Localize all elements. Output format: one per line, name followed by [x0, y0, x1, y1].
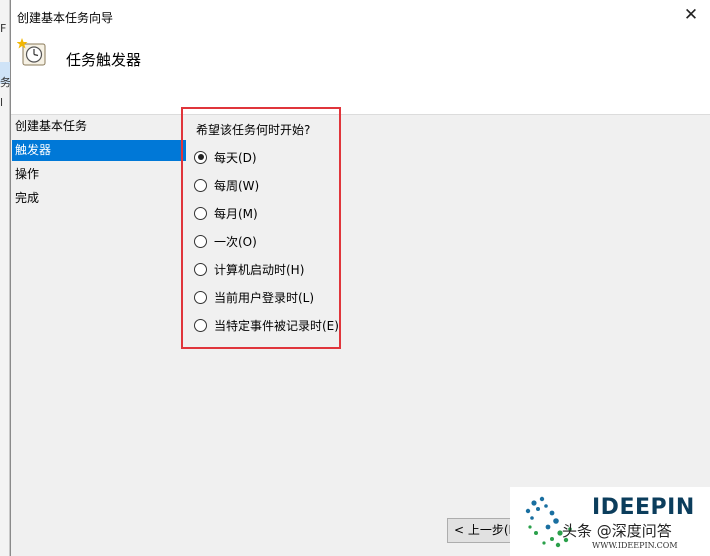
- background-text-fragment: l: [0, 96, 4, 109]
- close-button[interactable]: ✕: [679, 4, 703, 28]
- create-basic-task-wizard: 创建基本任务向导 ✕ 任务触发器 创建基本任务 触发器 操作 完成 希望该任务何…: [10, 0, 710, 556]
- watermark-brand: IDEEPIN: [592, 495, 695, 520]
- watermark-url: WWW.IDEEPIN.COM: [592, 541, 678, 550]
- task-clock-icon: [17, 38, 46, 66]
- nav-item-finish[interactable]: 完成: [12, 188, 186, 209]
- trigger-question: 希望该任务何时开始?: [196, 123, 311, 137]
- background-app-edge: F 务 l: [0, 0, 11, 556]
- wizard-header: 任务触发器: [11, 32, 710, 114]
- radio-circle[interactable]: [194, 178, 207, 192]
- radio-monthly[interactable]: 每月(M): [194, 203, 258, 223]
- nav-item-trigger[interactable]: 触发器: [12, 140, 186, 161]
- radio-label: 计算机启动时(H): [214, 262, 305, 277]
- radio-label: 每天(D): [214, 150, 257, 165]
- watermark-subtitle: 头条 @深度问答: [562, 522, 672, 540]
- radio-at-logon[interactable]: 当前用户登录时(L): [194, 287, 314, 307]
- nav-item-create-basic-task[interactable]: 创建基本任务: [12, 116, 186, 137]
- nav-item-action[interactable]: 操作: [12, 164, 186, 185]
- radio-circle[interactable]: [194, 150, 207, 164]
- watermark: IDEEPIN 头条 @深度问答 WWW.IDEEPIN.COM: [510, 487, 710, 556]
- radio-circle[interactable]: [194, 234, 207, 248]
- radio-once[interactable]: 一次(O): [194, 231, 257, 251]
- radio-circle[interactable]: [194, 318, 207, 332]
- radio-at-startup[interactable]: 计算机启动时(H): [194, 259, 304, 279]
- radio-on-event[interactable]: 当特定事件被记录时(E): [194, 315, 339, 335]
- radio-label: 当特定事件被记录时(E): [214, 318, 339, 333]
- radio-circle[interactable]: [194, 206, 207, 220]
- wizard-steps-nav: 创建基本任务 触发器 操作 完成: [11, 115, 186, 556]
- background-text-fragment: F: [0, 22, 7, 35]
- radio-circle[interactable]: [194, 262, 207, 276]
- page-title: 任务触发器: [66, 51, 142, 69]
- radio-label: 每月(M): [214, 206, 258, 221]
- radio-label: 一次(O): [214, 234, 257, 249]
- window-title: 创建基本任务向导: [17, 11, 114, 25]
- radio-circle[interactable]: [194, 290, 207, 304]
- radio-label: 当前用户登录时(L): [214, 290, 315, 305]
- radio-weekly[interactable]: 每周(W): [194, 175, 259, 195]
- radio-label: 每周(W): [214, 178, 260, 193]
- title-bar: 创建基本任务向导 ✕: [11, 0, 710, 32]
- radio-daily[interactable]: 每天(D): [194, 147, 257, 167]
